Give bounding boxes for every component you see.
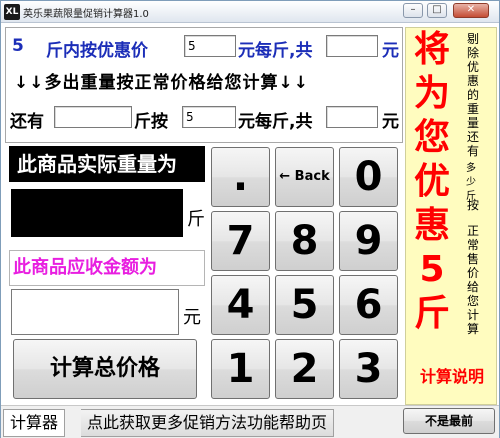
amount-due-label: 此商品应收金额为 bbox=[9, 250, 205, 286]
remain-row: 还有 斤按 元每斤,共 元 bbox=[6, 104, 404, 134]
key-8[interactable]: 8 bbox=[275, 211, 334, 271]
tab-calculator[interactable]: 计算器 bbox=[3, 409, 66, 437]
limit-qty-text: 5 bbox=[12, 36, 24, 56]
not-topmost-button[interactable]: 不是最前 bbox=[403, 408, 495, 434]
key-7[interactable]: 7 bbox=[211, 211, 270, 271]
key-3[interactable]: 3 bbox=[339, 339, 398, 399]
key-1[interactable]: 1 bbox=[211, 339, 270, 399]
amount-unit: 元 bbox=[183, 307, 201, 328]
vertical-note-3: 按 bbox=[466, 198, 479, 212]
key-dot[interactable]: . bbox=[211, 147, 270, 207]
promo-big-char-3: 您 bbox=[413, 117, 450, 158]
promo-big-char-1: 将 bbox=[413, 29, 450, 70]
key-backspace[interactable]: ← Back bbox=[275, 147, 334, 207]
excess-row: ↓↓多出重量按正常价格给您计算↓↓ bbox=[6, 66, 404, 96]
promo-big-char-4: 优 bbox=[413, 161, 450, 202]
promo-big-char-5: 惠 bbox=[413, 205, 450, 246]
tab-help[interactable]: 点此获取更多促销方法功能帮助页 bbox=[81, 409, 335, 437]
key-2[interactable]: 2 bbox=[275, 339, 334, 399]
key-9[interactable]: 9 bbox=[339, 211, 398, 271]
promo-big-char-7: 斤 bbox=[413, 293, 450, 334]
vertical-note-4: 正常售价给您计算 bbox=[466, 224, 479, 336]
key-5[interactable]: 5 bbox=[275, 275, 334, 335]
minimize-button[interactable]: – bbox=[403, 3, 423, 18]
promo-text-c: 元 bbox=[382, 41, 399, 61]
promo-total-input[interactable] bbox=[326, 35, 378, 57]
close-button[interactable]: ✕ bbox=[453, 3, 489, 18]
promo-text-a: 斤内按优惠价 bbox=[46, 41, 148, 61]
app-logo-icon: XL bbox=[4, 4, 20, 20]
explain-link[interactable]: 计算说明 bbox=[406, 363, 498, 387]
actual-weight-label: 此商品实际重量为 bbox=[9, 146, 205, 182]
remain-price-input[interactable] bbox=[182, 106, 236, 128]
vertical-note-1: 剔除优惠的重量还有 bbox=[466, 32, 479, 158]
amount-due-display[interactable] bbox=[11, 289, 179, 335]
weight-unit: 斤 bbox=[187, 209, 205, 230]
key-4[interactable]: 4 bbox=[211, 275, 270, 335]
remain-total-input[interactable] bbox=[326, 106, 378, 128]
window-title: 英乐果蔬限量促销计算器1.0 bbox=[23, 9, 149, 20]
remain-text-b: 斤按 bbox=[134, 112, 168, 132]
app-window: XL 英乐果蔬限量促销计算器1.0 – □ ✕ 5 斤内按优惠价 元每斤,共 元… bbox=[0, 0, 500, 438]
promo-price-input[interactable] bbox=[184, 35, 236, 57]
remain-text-a: 还有 bbox=[10, 112, 44, 132]
maximize-button[interactable]: □ bbox=[427, 3, 447, 18]
remain-text-c: 元每斤,共 bbox=[238, 112, 313, 132]
promo-text-b: 元每斤,共 bbox=[238, 41, 313, 61]
key-0[interactable]: 0 bbox=[339, 147, 398, 207]
promo-big-char-6: 5 bbox=[419, 249, 445, 290]
promo-settings-panel: 5 斤内按优惠价 元每斤,共 元 ↓↓多出重量按正常价格给您计算↓↓ 还有 斤按… bbox=[5, 27, 403, 143]
promo-row: 5 斤内按优惠价 元每斤,共 元 bbox=[6, 32, 404, 62]
remain-text-d: 元 bbox=[382, 112, 399, 132]
title-bar: XL 英乐果蔬限量促销计算器1.0 – □ ✕ bbox=[1, 1, 499, 23]
calculate-total-button[interactable]: 计算总价格 bbox=[13, 339, 197, 399]
key-6[interactable]: 6 bbox=[339, 275, 398, 335]
excess-note: ↓↓多出重量按正常价格给您计算↓↓ bbox=[14, 73, 309, 93]
actual-weight-display[interactable] bbox=[11, 189, 183, 237]
promo-info-panel: 将 为 您 优 惠 5 斤 剔除优惠的重量还有 多少斤 按 正常售价给您计算 计… bbox=[405, 27, 497, 405]
promo-big-char-2: 为 bbox=[413, 73, 450, 114]
remain-weight-input[interactable] bbox=[54, 106, 132, 128]
